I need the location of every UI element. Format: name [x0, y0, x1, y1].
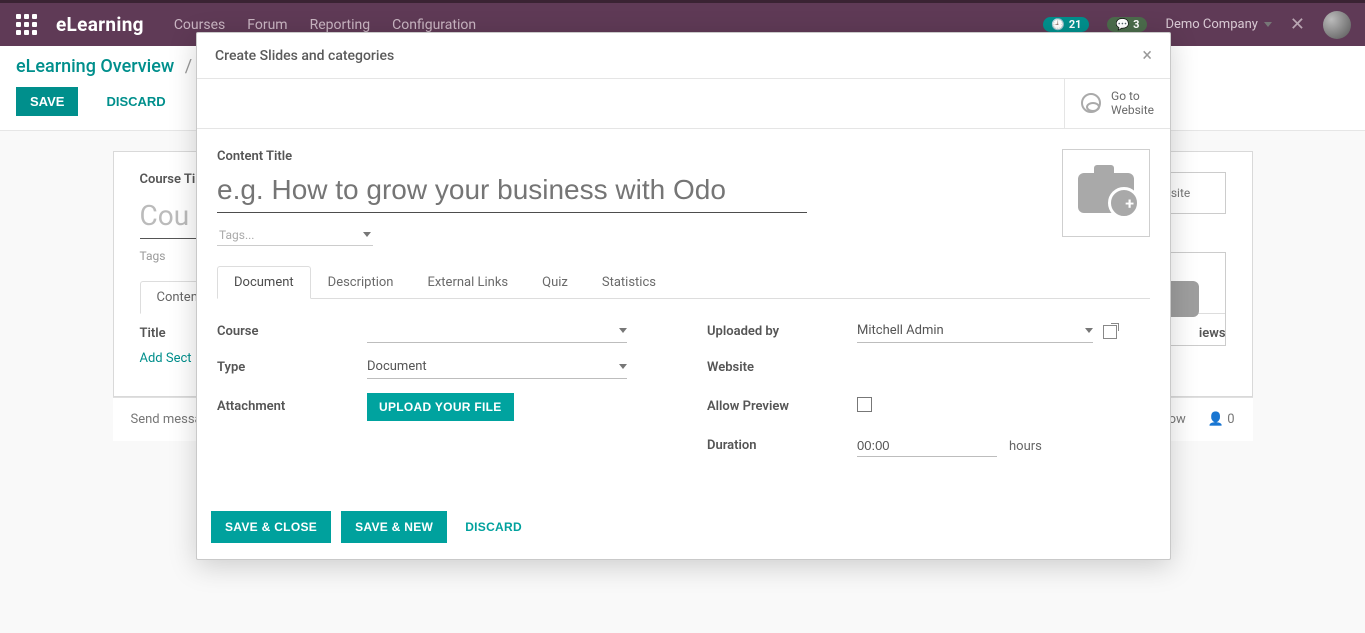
tab-statistics[interactable]: Statistics [585, 266, 673, 299]
uploaded-by-select[interactable]: Mitchell Admin [857, 321, 1093, 343]
modal-body: + Content Title Tags... Document Descrip… [197, 129, 1170, 497]
tab-external-links[interactable]: External Links [410, 266, 525, 299]
course-select[interactable] [367, 321, 627, 343]
allow-preview-label: Allow Preview [707, 399, 857, 414]
modal-close-icon[interactable]: × [1142, 45, 1152, 66]
website-label: Website [707, 360, 857, 375]
go-to-website-button[interactable]: Go to Website [1064, 79, 1170, 128]
duration-input[interactable] [857, 435, 997, 457]
chevron-down-icon [363, 232, 371, 237]
tags-select[interactable]: Tags... [217, 225, 373, 246]
modal-footer: SAVE & CLOSE SAVE & NEW DISCARD [197, 497, 1170, 559]
modal-tabs: Document Description External Links Quiz… [217, 266, 1150, 299]
modal-toolbar: Go to Website [197, 79, 1170, 129]
chevron-down-icon [619, 364, 627, 369]
tags-placeholder: Tags... [219, 228, 254, 242]
type-label: Type [217, 360, 367, 375]
modal-discard-button[interactable]: DISCARD [465, 520, 522, 534]
modal-header: Create Slides and categories × [197, 33, 1170, 79]
tab-description[interactable]: Description [311, 266, 411, 299]
form-grid: Course Uploaded by Mitchell Admin Type D… [217, 321, 1150, 457]
content-title-label: Content Title [217, 149, 1150, 164]
camera-plus-icon: + [1078, 173, 1134, 213]
upload-file-button[interactable]: UPLOAD YOUR FILE [367, 393, 514, 421]
globe-icon [1081, 93, 1101, 113]
chevron-down-icon [619, 328, 627, 333]
image-upload-box[interactable]: + [1062, 149, 1150, 237]
save-and-close-button[interactable]: SAVE & CLOSE [211, 511, 331, 543]
course-label: Course [217, 324, 367, 339]
tab-document[interactable]: Document [217, 266, 311, 299]
duration-label: Duration [707, 438, 857, 453]
modal-title: Create Slides and categories [215, 48, 394, 64]
external-link-icon[interactable] [1103, 325, 1117, 339]
allow-preview-checkbox[interactable] [857, 397, 872, 412]
chevron-down-icon [1085, 328, 1093, 333]
duration-unit: hours [1009, 439, 1042, 454]
uploaded-by-label: Uploaded by [707, 324, 857, 339]
create-slide-modal: Create Slides and categories × Go to Web… [196, 32, 1171, 560]
attachment-label: Attachment [217, 399, 367, 414]
type-select[interactable]: Document [367, 357, 627, 379]
save-and-new-button[interactable]: SAVE & NEW [341, 511, 447, 543]
type-value: Document [367, 359, 427, 374]
content-title-input[interactable] [217, 172, 807, 213]
tab-quiz[interactable]: Quiz [525, 266, 585, 299]
uploaded-by-value: Mitchell Admin [857, 323, 944, 338]
go-to-website-label: Go to Website [1111, 89, 1154, 118]
